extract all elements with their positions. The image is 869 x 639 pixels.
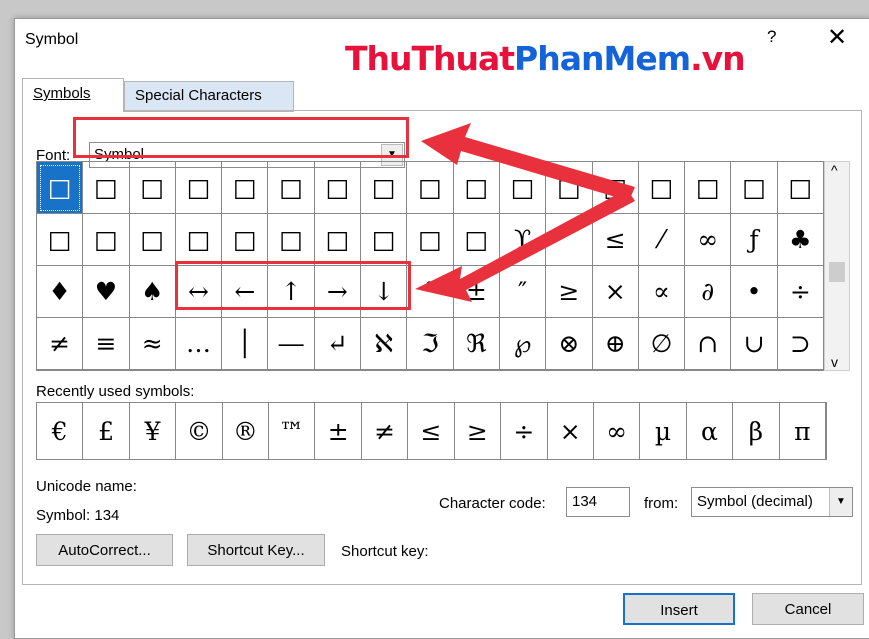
symbol-dialog: Symbol ThuThuatPhanMem.vn ? ✕ Symbols Sp… xyxy=(14,18,869,639)
tab-symbols[interactable]: Symbols xyxy=(22,78,124,112)
annotation-arrows xyxy=(415,123,635,302)
arrow-to-font xyxy=(421,123,635,201)
arrow-to-arrows xyxy=(415,189,635,302)
